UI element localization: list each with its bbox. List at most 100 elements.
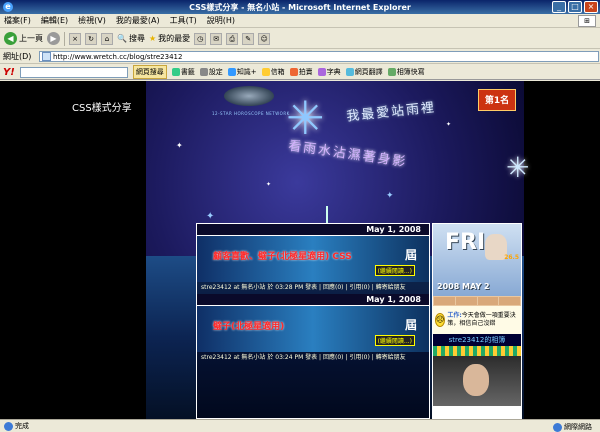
menu-help[interactable]: 說明(H) — [207, 15, 235, 26]
dictionary-icon — [317, 68, 326, 76]
post-title[interactable]: 璧子(北極星適用) — [213, 319, 284, 332]
dictionary-button[interactable]: 字典 — [317, 67, 341, 77]
refresh-icon[interactable]: ↻ — [85, 32, 97, 45]
profile-photo[interactable] — [433, 356, 521, 406]
album-label: 相簿快寫 — [396, 68, 425, 76]
menu-edit[interactable]: 編輯(E) — [41, 15, 68, 26]
horoscope-work: ☹ 工作:今天會做一項重要決策，相信自己沒錯 — [433, 306, 521, 334]
album-icon — [387, 68, 396, 76]
post-banner: 顧客喜歡、璧子(北極星適用) CSS 屆 (繼續閱讀...) — [197, 236, 429, 282]
star-icon: ★ — [148, 34, 157, 43]
rank-badge: 第1名 — [478, 89, 516, 111]
web-search-button[interactable]: 網頁搜尋 — [132, 65, 167, 79]
close-button[interactable]: × — [584, 1, 598, 13]
work-label: 工作: — [447, 312, 462, 319]
menu-file[interactable]: 檔案(F) — [4, 15, 31, 26]
favorites-label: 我的最愛 — [158, 34, 191, 43]
mail-button[interactable]: 信箱 — [261, 67, 285, 77]
post-date: May 1, 2008 — [197, 224, 429, 236]
post-meta[interactable]: stre23412 at 無名小站 於 03:28 PM 發表 | 回應(0) … — [197, 282, 429, 294]
post-stamp-icon: 屆 — [404, 318, 417, 332]
yahoo-toolbar: Y! 網頁搜尋 書籤 設定 知識+ 信箱 拍賣 字典 網頁翻譯 相簿快寫 — [0, 65, 600, 80]
address-url: http://www.wretch.cc/blog/stre23412 — [53, 52, 183, 61]
settings-button[interactable]: 設定 — [199, 67, 223, 77]
continue-reading-link[interactable]: (繼續閱讀...) — [374, 335, 415, 346]
search-label: 搜尋 — [128, 34, 145, 43]
star-icon: ✦ — [386, 191, 394, 201]
history-icon[interactable]: ◷ — [194, 32, 207, 45]
mailbox-icon — [261, 68, 270, 76]
stop-icon[interactable]: × — [69, 32, 81, 45]
translate-button[interactable]: 網頁翻譯 — [345, 67, 383, 77]
auction-icon — [289, 68, 298, 76]
ie-page-icon — [4, 421, 13, 431]
knowledge-icon — [227, 68, 236, 76]
window-controls: _ □ × — [552, 1, 598, 13]
yahoo-search-input[interactable] — [19, 66, 128, 78]
auction-label: 拍賣 — [298, 68, 313, 76]
back-label: 上一頁 — [19, 34, 43, 43]
post-date: May 1, 2008 — [197, 294, 429, 306]
status-bar: 完成 網際網路 — [0, 419, 600, 432]
menu-bar: 檔案(F) 編輯(E) 檢視(V) 我的最愛(A) 工具(T) 說明(H) ⊞ — [0, 14, 600, 28]
mail-icon[interactable]: ✉ — [210, 32, 223, 45]
auction-button[interactable]: 拍賣 — [289, 67, 313, 77]
yahoo-logo[interactable]: Y! — [3, 67, 15, 78]
calendar-tabs[interactable] — [433, 296, 521, 306]
calendar-day: FRI — [445, 230, 486, 255]
dictionary-label: 字典 — [326, 68, 341, 76]
menu-view[interactable]: 檢視(V) — [78, 15, 106, 26]
post-list: May 1, 2008 顧客喜歡、璧子(北極星適用) CSS 屆 (繼續閱讀..… — [196, 223, 430, 419]
home-icon[interactable]: ⌂ — [101, 32, 113, 45]
knowledge-button[interactable]: 知識+ — [227, 67, 257, 77]
forward-arrow-icon: ▶ — [47, 32, 60, 45]
calendar-temp: 26.5 — [504, 254, 519, 261]
calendar-widget: FRI 26.5 2008 MAY 2 — [433, 224, 521, 296]
address-input[interactable]: http://www.wretch.cc/blog/stre23412 — [39, 51, 599, 62]
messenger-icon[interactable]: ☺ — [258, 32, 271, 45]
work-text: 工作:今天會做一項重要決策，相信自己沒錯 — [447, 312, 519, 328]
forward-button[interactable]: ▶ — [47, 32, 60, 45]
post-banner: 璧子(北極星適用) 屆 (繼續閱讀...) — [197, 306, 429, 352]
site-name[interactable]: CSS樣式分享 — [72, 99, 132, 114]
post-stamp-icon: 屆 — [404, 248, 417, 262]
decor-strip — [433, 346, 521, 356]
post-meta[interactable]: stre23412 at 無名小站 於 03:24 PM 發表 | 回應(0) … — [197, 352, 429, 364]
continue-reading-link[interactable]: (繼續閱讀...) — [374, 265, 415, 276]
sad-face-icon: ☹ — [435, 313, 446, 327]
fish-logo-icon — [224, 86, 274, 106]
avatar — [463, 364, 489, 396]
star-icon: ✦ — [266, 181, 272, 188]
maximize-button[interactable]: □ — [568, 1, 582, 13]
menu-favorites[interactable]: 我的最愛(A) — [116, 15, 160, 26]
zone-label: 網際網路 — [564, 423, 592, 431]
star-icon: ✦ — [446, 121, 452, 128]
back-arrow-icon: ◀ — [4, 32, 17, 45]
bookmarks-label: 書籤 — [180, 68, 195, 76]
post-title[interactable]: 顧客喜歡、璧子(北極星適用) CSS — [213, 249, 352, 262]
knowledge-label: 知識+ — [236, 68, 257, 76]
print-icon[interactable]: ⎙ — [226, 32, 239, 45]
windows-logo-icon: ⊞ — [578, 15, 596, 27]
favorites-button[interactable]: ★ 我的最愛 — [149, 33, 190, 44]
minimize-button[interactable]: _ — [552, 1, 566, 13]
menu-tools[interactable]: 工具(T) — [170, 15, 197, 26]
header-decor-text-2: 看雨水沾濕著身影 — [287, 138, 409, 171]
edit-icon[interactable]: ✎ — [242, 32, 255, 45]
logo-text: 12-STAR HOROSCOPE NETWORK — [212, 111, 290, 116]
star-icon: ✦ — [176, 141, 183, 150]
snowflake-small-icon: ✳ — [506, 151, 530, 184]
search-icon: 🔍 — [117, 34, 127, 43]
bookmarks-button[interactable]: 書籤 — [171, 67, 195, 77]
post-entry: May 1, 2008 顧客喜歡、璧子(北極星適用) CSS 屆 (繼續閱讀..… — [197, 224, 429, 294]
status-label: 完成 — [15, 422, 29, 430]
page-icon — [42, 52, 51, 61]
search-button[interactable]: 🔍 搜尋 — [117, 33, 145, 44]
settings-label: 設定 — [208, 68, 223, 76]
post-entry: May 1, 2008 璧子(北極星適用) 屆 (繼續閱讀...) stre23… — [197, 294, 429, 364]
album-link[interactable]: stre23412的相簿 — [433, 334, 521, 346]
calendar-date: 2008 MAY 2 — [437, 282, 490, 291]
album-button[interactable]: 相簿快寫 — [387, 67, 425, 77]
back-button[interactable]: ◀ 上一頁 — [4, 32, 43, 45]
address-label: 網址(D) — [3, 52, 32, 61]
